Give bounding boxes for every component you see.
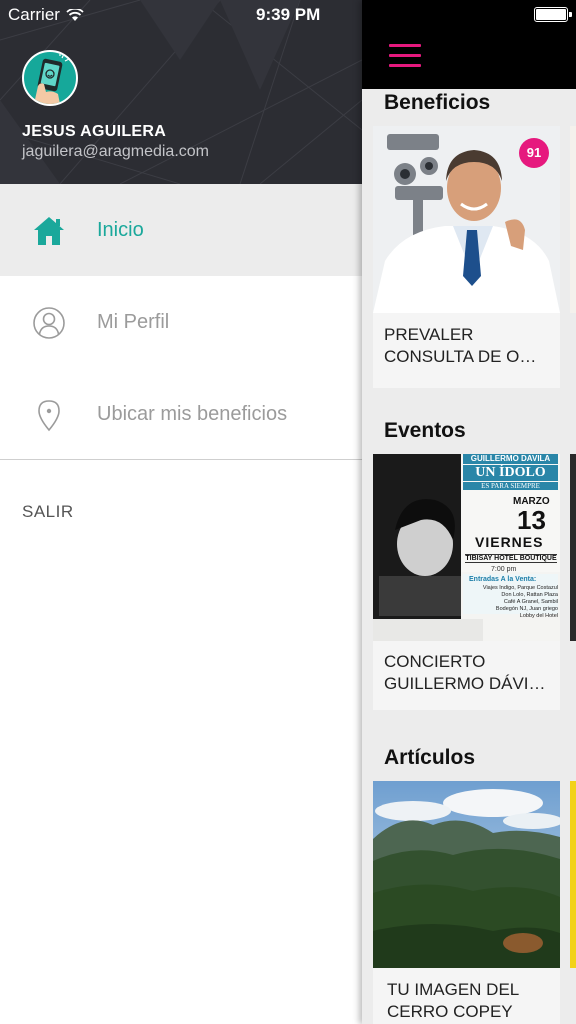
user-icon: [33, 307, 65, 339]
event-poster-image: GUILLERMO DAVILA UN ÍDOLO ES PARA SIEMPR…: [373, 454, 560, 641]
status-time: 9:39 PM: [256, 5, 321, 24]
logout-button[interactable]: SALIR: [22, 502, 74, 522]
user-email: jaguilera@aragmedia.com: [22, 143, 209, 160]
poster-weekday: VIERNES: [475, 534, 544, 550]
status-carrier: Carrier: [8, 5, 84, 25]
phone-hand-icon: [34, 52, 70, 104]
menu-item-mi-perfil[interactable]: Mi Perfil: [0, 276, 362, 368]
menu-item-label: Ubicar mis beneficios: [97, 403, 288, 425]
event-card[interactable]: GUILLERMO DAVILA UN ÍDOLO ES PARA SIEMPR…: [373, 454, 560, 710]
poster-sales-points: Viajes Indigo, Parque Costazul Don Lolo,…: [482, 585, 558, 619]
poster-sales-title: Entradas A la Venta:: [469, 576, 537, 583]
menu-item-inicio[interactable]: Inicio: [0, 184, 362, 276]
location-pin-icon: [38, 400, 60, 432]
article-card[interactable]: TU IMAGEN DEL CERRO COPEY: [373, 781, 560, 1024]
next-card-peek[interactable]: [570, 126, 576, 313]
poster-time: 7:00 pm: [491, 566, 517, 573]
benefit-card-title: PREVALER CONSULTA DE O…: [384, 325, 537, 366]
benefit-count-badge: 91: [519, 138, 549, 168]
user-name: JESUS AGUILERA: [22, 123, 167, 140]
next-card-peek[interactable]: [570, 454, 576, 641]
benefit-card[interactable]: 91 PREVALER CONSULTA DE O…: [373, 126, 560, 388]
menu-item-label: Mi Perfil: [97, 311, 170, 333]
poster-day: 13: [517, 505, 546, 535]
navigation-drawer: Carrier 9:39 PM JESUS AGUILERA jaguilera…: [0, 0, 362, 1024]
home-icon: [34, 217, 64, 245]
menu-item-label: Inicio: [97, 219, 144, 241]
avatar[interactable]: [22, 50, 78, 106]
top-bar: [362, 0, 576, 89]
section-title-eventos: Eventos: [384, 419, 466, 442]
article-card-image: [373, 781, 560, 968]
menu-divider: [0, 459, 362, 460]
section-title-beneficios: Beneficios: [384, 91, 491, 114]
main-content-panel: Beneficios 91 PREVALER CONSULTA DE O… Ev…: [362, 0, 576, 1024]
battery-icon: [534, 7, 572, 22]
event-card-title: CONCIERTO GUILLERMO DÁVI…: [384, 652, 546, 693]
article-card-title: TU IMAGEN DEL CERRO COPEY: [387, 980, 519, 1021]
poster-headline: UN ÍDOLO: [463, 465, 558, 481]
poster-venue: TIBISAY HOTEL BOUTIQUE: [465, 554, 557, 563]
next-card-peek[interactable]: [570, 781, 576, 968]
drawer-header: Carrier 9:39 PM JESUS AGUILERA jaguilera…: [0, 0, 362, 184]
menu-item-ubicar-beneficios[interactable]: Ubicar mis beneficios: [0, 368, 362, 460]
poster-subheadline: ES PARA SIEMPRE: [463, 482, 558, 490]
section-title-articulos: Artículos: [384, 746, 476, 769]
benefit-card-image: 91: [373, 126, 560, 313]
wifi-icon: [66, 8, 84, 21]
menu-toggle-icon[interactable]: [389, 44, 421, 68]
poster-artist: GUILLERMO DAVILA: [463, 454, 558, 464]
